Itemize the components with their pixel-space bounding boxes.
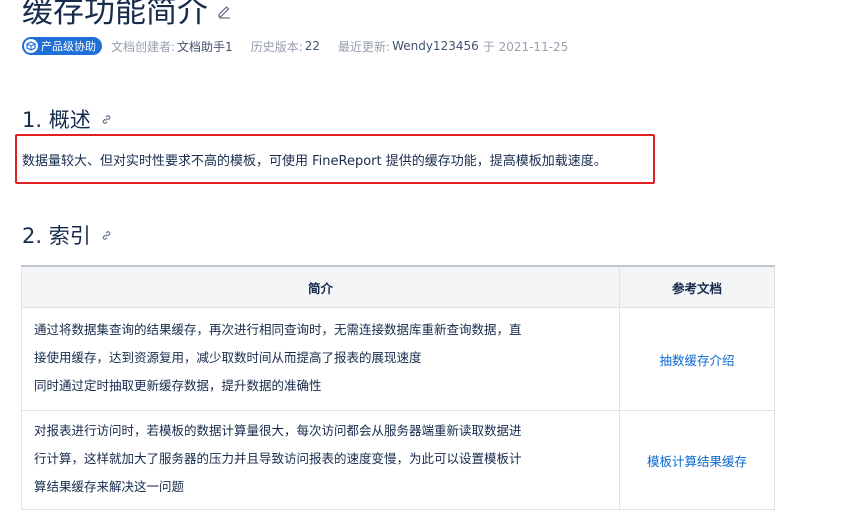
version-value[interactable]: 22 <box>305 39 320 53</box>
highlight-annotation-box <box>15 134 655 184</box>
description-line: 对报表进行访问时，若模板的数据计算量很大，每次访问都会从服务器端重新读取数据进 <box>34 423 522 438</box>
page-metadata: 产品级协助 文档创建者: 文档助手1 历史版本: 22 最近更新: Wendy1… <box>22 36 568 56</box>
section-heading-text: 2. 索引 <box>22 224 91 248</box>
row-description: 对报表进行访问时，若模板的数据计算量很大，每次访问都会从服务器端重新读取数据进 … <box>21 410 620 510</box>
updated-label: 最近更新: <box>338 39 391 54</box>
edit-icon[interactable] <box>216 3 232 19</box>
badge-label: 产品级协助 <box>41 40 96 53</box>
row-reference: 模板计算结果缓存 <box>619 410 775 510</box>
column-header-intro: 简介 <box>21 265 620 308</box>
table-row: 通过将数据集查询的结果缓存，再次进行相同查询时，无需连接数据库重新查询数据，直 … <box>21 307 775 411</box>
index-table: 简介 参考文档 通过将数据集查询的结果缓存，再次进行相同查询时，无需连接数据库重… <box>21 265 775 510</box>
section-heading-index: 2. 索引 <box>22 220 113 250</box>
anchor-link-icon[interactable] <box>100 229 113 242</box>
table-header-row: 简介 参考文档 <box>21 265 775 308</box>
product-support-badge[interactable]: 产品级协助 <box>22 37 102 55</box>
column-header-reference: 参考文档 <box>619 265 775 308</box>
updated-user[interactable]: Wendy123456 <box>392 39 479 53</box>
page-title: 缓存功能简介 <box>22 0 208 30</box>
creator-label: 文档创建者: <box>111 39 176 54</box>
section-heading-text: 1. 概述 <box>22 108 91 132</box>
description-line: 行计算，这样就加大了服务器的压力并且导致访问报表的速度变慢，为此可以设置模板计 <box>34 451 522 466</box>
description-line: 同时通过定时抽取更新缓存数据，提升数据的准确性 <box>34 378 322 393</box>
version-label: 历史版本: <box>250 39 303 54</box>
section-heading-overview: 1. 概述 <box>22 104 113 134</box>
row-description: 通过将数据集查询的结果缓存，再次进行相同查询时，无需连接数据库重新查询数据，直 … <box>21 307 620 411</box>
table-row: 对报表进行访问时，若模板的数据计算量很大，每次访问都会从服务器端重新读取数据进 … <box>21 410 775 510</box>
doc-link-template-result-cache[interactable]: 模板计算结果缓存 <box>647 454 747 469</box>
description-line: 通过将数据集查询的结果缓存，再次进行相同查询时，无需连接数据库重新查询数据，直 <box>34 322 522 337</box>
anchor-link-icon[interactable] <box>100 113 113 126</box>
updated-date: 于 2021-11-25 <box>482 39 569 54</box>
row-reference: 抽数缓存介绍 <box>619 307 775 411</box>
description-line: 接使用缓存，达到资源复用，减少取数时间从而提高了报表的展现速度 <box>34 350 422 365</box>
cube-icon <box>24 39 38 53</box>
description-line: 算结果缓存来解决这一问题 <box>34 479 185 494</box>
creator-value[interactable]: 文档助手1 <box>177 38 233 55</box>
doc-link-extract-cache[interactable]: 抽数缓存介绍 <box>659 353 734 368</box>
